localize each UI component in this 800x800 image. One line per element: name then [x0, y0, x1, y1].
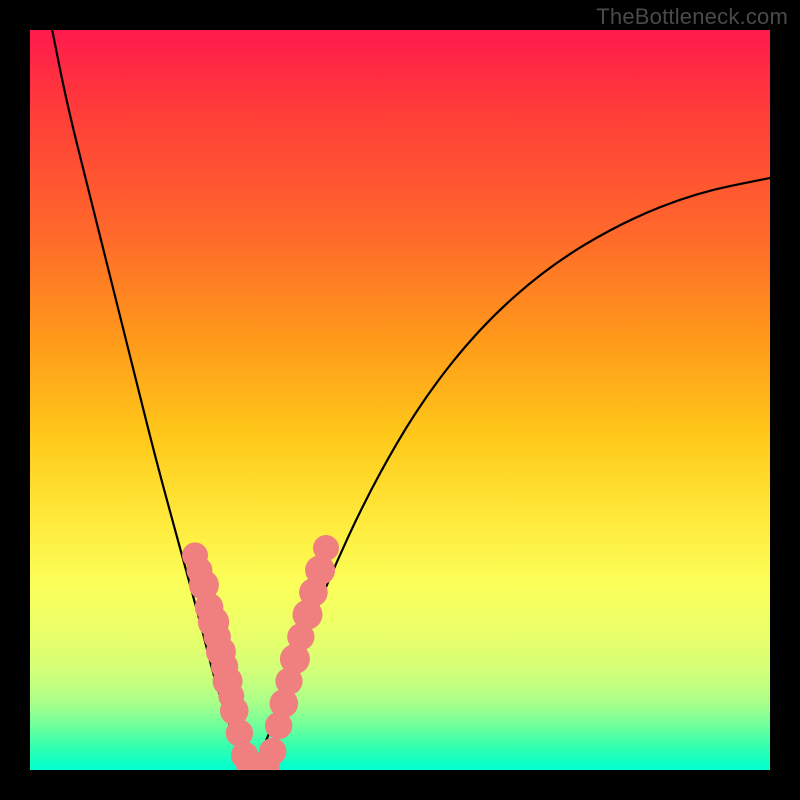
- overlay-dot: [182, 542, 208, 568]
- overlay-dot: [189, 570, 219, 600]
- bottleneck-curve-path: [52, 30, 770, 765]
- overlay-dot: [198, 606, 229, 637]
- overlay-dot: [251, 751, 280, 770]
- overlay-dot: [236, 751, 265, 770]
- overlay-dot: [186, 557, 212, 583]
- overlay-dot: [305, 555, 335, 585]
- overlay-dot: [226, 719, 253, 746]
- connector-bar: [248, 761, 266, 770]
- overlay-dot: [204, 623, 231, 650]
- overlay-dot: [275, 668, 302, 695]
- overlay-dot: [313, 535, 339, 561]
- overlay-dot: [280, 644, 310, 674]
- overlay-dot: [293, 600, 323, 630]
- overlay-dot: [218, 683, 244, 709]
- overlay-dot: [195, 593, 224, 622]
- overlay-dot: [213, 666, 243, 696]
- overlay-dot: [231, 742, 258, 769]
- overlay-dot: [220, 696, 249, 725]
- plot-area: [30, 30, 770, 770]
- watermark-text: TheBottleneck.com: [596, 4, 788, 30]
- overlay-dot: [265, 712, 292, 739]
- overlay-dot: [287, 623, 314, 650]
- overlay-dot: [244, 753, 271, 770]
- overlay-dot: [206, 637, 236, 667]
- overlay-dot: [259, 738, 286, 765]
- overlay-dot: [270, 689, 299, 718]
- chart-svg: [30, 30, 770, 770]
- overlay-dot: [211, 653, 238, 680]
- chart-frame: TheBottleneck.com: [0, 0, 800, 800]
- overlay-dot: [299, 578, 328, 607]
- dots-group: [182, 535, 339, 770]
- curve-group: [52, 30, 770, 765]
- annotation-group: [248, 761, 266, 770]
